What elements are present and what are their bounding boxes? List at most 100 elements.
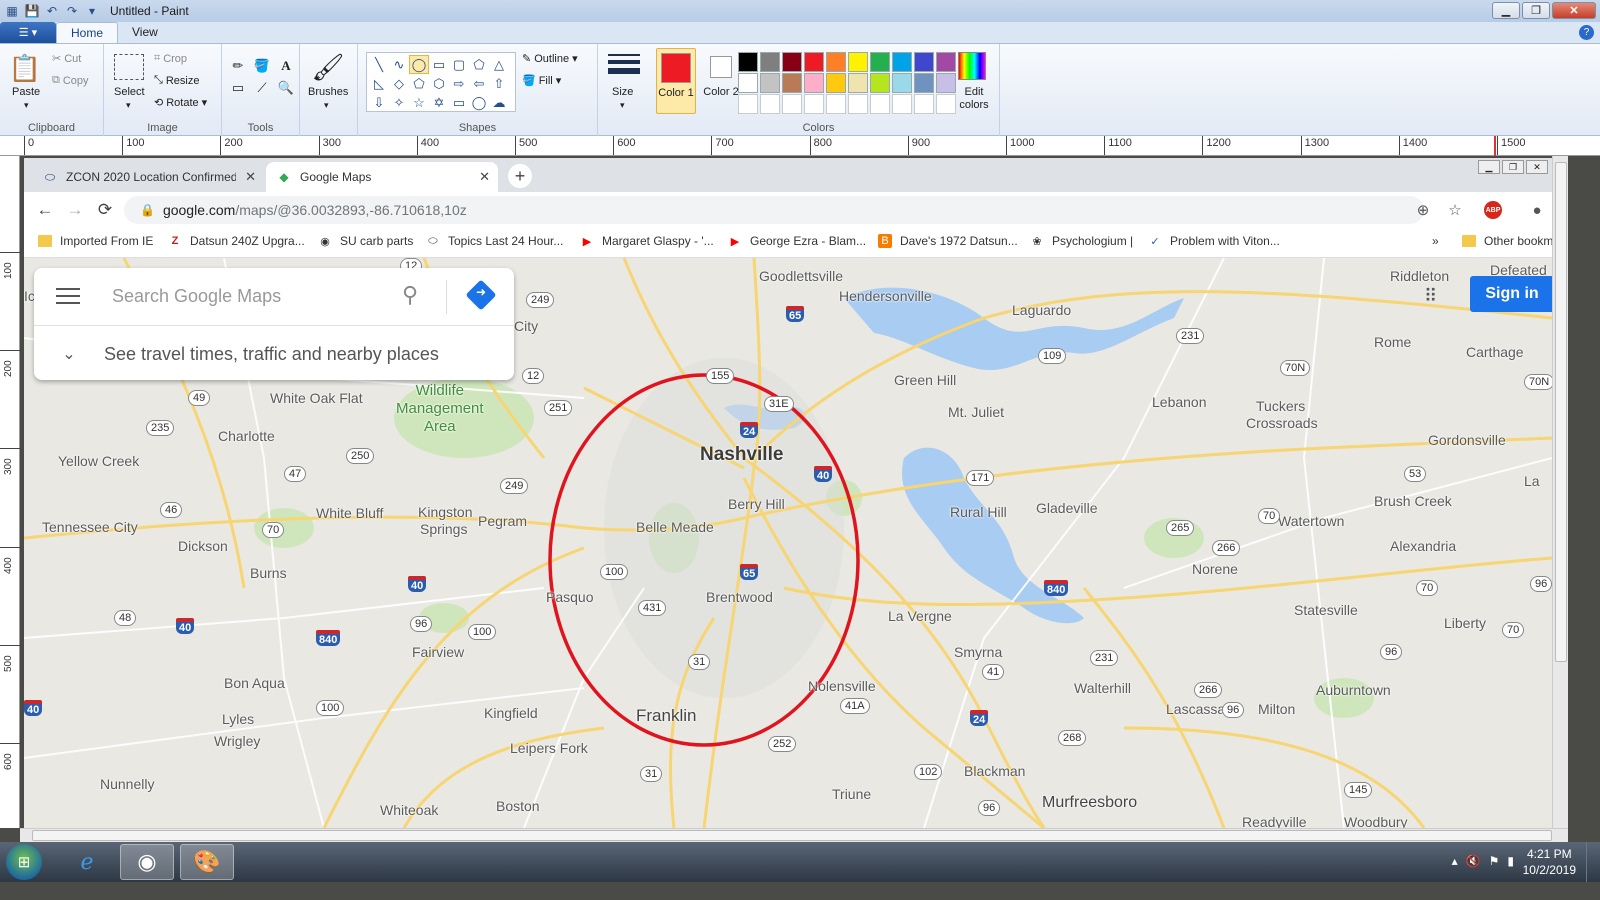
undo-icon[interactable]: ↶: [44, 3, 60, 19]
select-icon[interactable]: [114, 54, 144, 80]
palette-swatch[interactable]: [914, 94, 934, 114]
palette-swatch[interactable]: [782, 73, 802, 93]
rect-callout-icon[interactable]: ▭: [449, 93, 469, 112]
brushes-dropdown-icon[interactable]: ▾: [324, 100, 329, 111]
paste-button[interactable]: Paste: [12, 86, 40, 98]
pencil-icon[interactable]: ✏: [228, 56, 248, 76]
four-point-star-icon[interactable]: ✧: [389, 93, 409, 112]
start-button[interactable]: ⊞: [6, 844, 42, 880]
select-dropdown-icon[interactable]: ▾: [126, 100, 131, 111]
paint-taskbar-icon[interactable]: 🎨: [180, 844, 234, 880]
brushes-button[interactable]: Brushes: [308, 86, 348, 98]
palette-swatch[interactable]: [914, 52, 934, 72]
back-icon[interactable]: ←: [30, 195, 60, 225]
crop-button[interactable]: ⌗ Crop: [154, 52, 187, 65]
maximize-button[interactable]: ❐: [1522, 2, 1550, 19]
new-tab-button[interactable]: +: [508, 164, 532, 188]
save-icon[interactable]: 💾: [24, 3, 40, 19]
palette-swatch[interactable]: [848, 52, 868, 72]
six-point-star-icon[interactable]: ✡: [429, 93, 449, 112]
canvas-image[interactable]: ⬭ ZCON 2020 Location Confirmed! ✕ ◆ Goog…: [24, 158, 1552, 828]
bookmark-other-bookmarks[interactable]: Other bookm: [1462, 234, 1552, 248]
palette-swatch[interactable]: [826, 52, 846, 72]
right-triangle-shape-icon[interactable]: ◺: [369, 74, 389, 93]
menu-icon[interactable]: [56, 288, 80, 304]
close-button[interactable]: ✕: [1552, 2, 1596, 19]
chrome-restore-button[interactable]: ❐: [1502, 160, 1524, 174]
palette-swatch[interactable]: [804, 52, 824, 72]
size-dropdown-icon[interactable]: ▾: [620, 100, 625, 111]
cut-button[interactable]: ✂ Cut: [52, 52, 81, 66]
bookmark-datsun-upgra[interactable]: Z Datsun 240Z Upgra...: [168, 234, 305, 248]
vertical-scrollbar[interactable]: [1552, 156, 1568, 828]
bookmarks-overflow-icon[interactable]: »: [1432, 234, 1439, 248]
adblock-plus-icon[interactable]: ABP: [1484, 201, 1502, 219]
color-picker-icon[interactable]: ⟋: [252, 78, 272, 98]
brushes-icon[interactable]: 🖌: [312, 50, 345, 84]
tab-home[interactable]: Home: [56, 22, 119, 43]
palette-swatch[interactable]: [870, 73, 890, 93]
outline-button[interactable]: ✎ Outline ▾: [522, 52, 578, 66]
volume-muted-icon[interactable]: 🔇: [1466, 854, 1481, 868]
chrome-minimize-button[interactable]: ▁: [1478, 160, 1500, 174]
bookmark-su-carb-parts[interactable]: ◉ SU carb parts: [318, 234, 413, 248]
fill-bucket-icon[interactable]: 🪣: [252, 56, 272, 76]
eraser-icon[interactable]: ▭: [228, 78, 248, 98]
line-shape-icon[interactable]: ╲: [369, 55, 389, 74]
palette-swatch[interactable]: [848, 73, 868, 93]
palette-swatch[interactable]: [760, 52, 780, 72]
map-view[interactable]: Goodlettsville Hendersonville Laguardo R…: [24, 258, 1552, 828]
action-center-icon[interactable]: ⚑: [1489, 854, 1500, 868]
rectangle-shape-icon[interactable]: ▭: [429, 55, 449, 74]
vertical-scroll-thumb[interactable]: [1555, 162, 1567, 662]
edit-colors-button[interactable]: Edit colors: [952, 86, 996, 112]
magnifier-icon[interactable]: 🔍: [276, 78, 296, 98]
bookmark-psychologium[interactable]: ❀ Psychologium |: [1030, 234, 1133, 248]
paste-icon[interactable]: 📋: [8, 50, 42, 86]
curve-shape-icon[interactable]: ∿: [389, 55, 409, 74]
oval-callout-icon[interactable]: ◯: [469, 93, 489, 112]
text-tool-icon[interactable]: A: [276, 56, 296, 76]
palette-swatch[interactable]: [738, 52, 758, 72]
tab-zcon[interactable]: ⬭ ZCON 2020 Location Confirmed! ✕: [32, 162, 264, 192]
palette-swatch[interactable]: [804, 73, 824, 93]
up-arrow-shape-icon[interactable]: ⇧: [489, 74, 509, 93]
bookmark-imported-from-ie[interactable]: Imported From IE: [38, 234, 153, 248]
location-target-icon[interactable]: ⊕: [1412, 199, 1434, 221]
chrome-close-button[interactable]: ✕: [1526, 160, 1548, 174]
close-tab-icon[interactable]: ✕: [479, 169, 490, 185]
forward-icon[interactable]: →: [60, 195, 90, 225]
rounded-rect-shape-icon[interactable]: ▢: [449, 55, 469, 74]
copy-button[interactable]: ⧉ Copy: [52, 74, 89, 87]
tray-expand-icon[interactable]: ▴: [1452, 854, 1458, 868]
search-icon[interactable]: ⚲: [402, 282, 418, 308]
palette-swatch[interactable]: [760, 94, 780, 114]
palette-swatch[interactable]: [936, 52, 956, 72]
taskbar-clock[interactable]: 4:21 PM 10/2/2019: [1523, 846, 1576, 878]
pentagon-shape-icon[interactable]: ⬠: [409, 74, 429, 93]
color2-button[interactable]: Color 2: [702, 48, 742, 114]
paint-app-icon[interactable]: ▦: [4, 3, 20, 19]
internet-explorer-icon[interactable]: ℯ: [60, 844, 114, 880]
palette-swatch[interactable]: [760, 73, 780, 93]
redo-icon[interactable]: ↷: [64, 3, 80, 19]
size-icon[interactable]: [608, 52, 640, 82]
color1-button[interactable]: Color 1: [656, 48, 696, 114]
left-arrow-shape-icon[interactable]: ⇦: [469, 74, 489, 93]
address-bar[interactable]: 🔒 google.com/maps/@36.0032893,-86.710618…: [124, 196, 1424, 224]
cloud-callout-icon[interactable]: ☁: [489, 93, 509, 112]
close-tab-icon[interactable]: ✕: [245, 169, 256, 185]
tab-view[interactable]: View: [118, 22, 172, 43]
palette-swatch[interactable]: [826, 94, 846, 114]
bookmark-topics-last-24[interactable]: ⬭ Topics Last 24 Hour...: [426, 234, 563, 248]
profile-icon[interactable]: ●: [1526, 199, 1548, 221]
directions-icon[interactable]: [465, 279, 497, 311]
palette-swatch[interactable]: [892, 52, 912, 72]
travel-times-row[interactable]: ⌄ See travel times, traffic and nearby p…: [34, 328, 514, 380]
tab-google-maps[interactable]: ◆ Google Maps ✕: [266, 162, 498, 192]
size-button[interactable]: Size: [612, 86, 633, 98]
bookmark-problem-with-viton[interactable]: ✓ Problem with Viton...: [1148, 234, 1279, 248]
palette-swatch[interactable]: [892, 73, 912, 93]
resize-button[interactable]: ⤡ Resize: [154, 74, 199, 87]
polygon-shape-icon[interactable]: ⬠: [469, 55, 489, 74]
